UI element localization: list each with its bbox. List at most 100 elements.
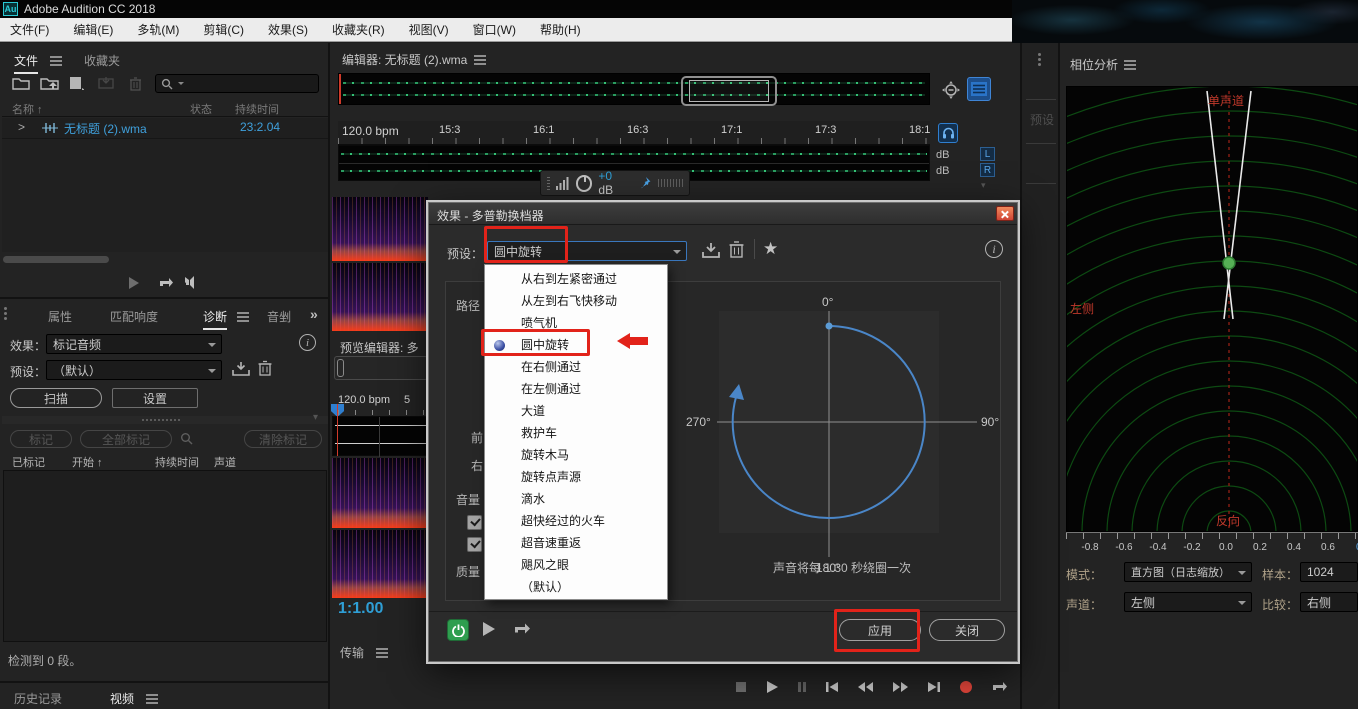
files-col-status[interactable]: 状态 xyxy=(190,101,212,117)
preset-option[interactable]: 滴水 xyxy=(485,488,667,510)
editor-overview-strip[interactable] xyxy=(338,73,930,105)
dock-grip-icon[interactable] xyxy=(1038,53,1041,56)
diagnostics-panel-menu-icon[interactable] xyxy=(237,312,249,314)
play-button[interactable] xyxy=(765,680,779,694)
preset-option[interactable]: 从左到右飞快移动 xyxy=(485,290,667,312)
preset-combo[interactable]: （默认） xyxy=(46,360,222,380)
diag-col-marked[interactable]: 已标记 xyxy=(12,454,45,470)
more-tabs-icon[interactable]: » xyxy=(310,306,318,322)
preset-option[interactable]: 超音速重返 xyxy=(485,532,667,554)
menu-edit[interactable]: 编辑(E) xyxy=(73,21,113,38)
dialog-loop-button[interactable] xyxy=(513,622,531,636)
settings-button[interactable]: 设置 xyxy=(112,388,198,408)
marker-search-icon[interactable] xyxy=(180,432,194,446)
info-button[interactable]: i xyxy=(299,334,316,351)
tab-match-loudness[interactable]: 匹配响度 xyxy=(110,308,158,325)
menu-multitrack[interactable]: 多轨(M) xyxy=(137,21,179,38)
dialog-preview-play-button[interactable] xyxy=(481,621,496,637)
diag-col-channel[interactable]: 声道 xyxy=(214,454,236,470)
volume-knob-overlay[interactable]: +0 dB xyxy=(540,170,690,196)
preset-option[interactable]: 从右到左紧密通过 xyxy=(485,268,667,290)
scan-button[interactable]: 扫描 xyxy=(10,388,102,408)
phase-compare-combo[interactable]: 右侧 xyxy=(1300,592,1358,612)
save-preset-button[interactable] xyxy=(232,361,250,377)
menu-effects[interactable]: 效果(S) xyxy=(268,21,308,38)
dialog-delete-preset-button[interactable] xyxy=(729,240,744,258)
gain-knob[interactable] xyxy=(576,175,593,192)
files-preview-play-button[interactable] xyxy=(127,276,140,290)
overlay-grip-icon[interactable] xyxy=(658,179,683,187)
preset-option[interactable]: 旋转木马 xyxy=(485,444,667,466)
doppler-circle-chart[interactable]: 0° 90° 180° 270° xyxy=(685,283,999,595)
phase-graph[interactable] xyxy=(1066,86,1358,532)
stop-button[interactable] xyxy=(735,681,747,693)
preset-option[interactable]: 在右侧通过 xyxy=(485,356,667,378)
monitor-headphones-button[interactable] xyxy=(938,123,958,143)
tab-properties[interactable]: 属性 xyxy=(48,308,72,325)
scroll-down-icon[interactable]: ▾ xyxy=(981,180,986,191)
record-button[interactable] xyxy=(959,680,973,694)
skip-to-end-button[interactable] xyxy=(927,681,941,693)
delete-preset-button[interactable] xyxy=(258,360,272,376)
transport-panel-menu-icon[interactable] xyxy=(376,648,388,650)
preset-option[interactable]: 大道 xyxy=(485,400,667,422)
splitter-collapse-icon[interactable]: ▾ xyxy=(313,412,318,423)
file-row-expander[interactable]: > xyxy=(18,120,25,134)
drag-grip-icon[interactable] xyxy=(547,176,550,190)
dialog-close-button[interactable] xyxy=(996,206,1014,221)
mark-all-button[interactable]: 全部标记 xyxy=(80,430,172,448)
files-hscrollbar[interactable] xyxy=(3,256,109,263)
tab-video[interactable]: 视频 xyxy=(110,690,134,709)
files-auto-play-speaker-icon[interactable] xyxy=(184,275,202,290)
tab-clipped[interactable]: 音剉 xyxy=(267,308,291,325)
preset-option[interactable]: 旋转点声源 xyxy=(485,466,667,488)
preset-option[interactable]: （默认） xyxy=(485,576,667,598)
channel-left-button[interactable]: L xyxy=(980,147,995,161)
zoom-navigate-button[interactable] xyxy=(941,80,961,100)
files-search-input[interactable] xyxy=(155,74,319,93)
close-button[interactable]: 关闭 xyxy=(929,619,1005,641)
batch-button[interactable] xyxy=(98,76,116,90)
video-panel-menu-icon[interactable] xyxy=(146,694,158,696)
editor-timeline-ruler[interactable]: 120.0 bpm 15:3 16:1 16:3 17:1 17:3 18:1 xyxy=(338,121,930,145)
preset-option[interactable]: 救护车 xyxy=(485,422,667,444)
menu-help[interactable]: 帮助(H) xyxy=(540,21,581,38)
files-col-duration[interactable]: 持续时间 xyxy=(235,101,279,117)
open-file-button[interactable] xyxy=(12,76,30,90)
delete-file-button[interactable] xyxy=(129,76,142,91)
dialog-info-button[interactable]: i xyxy=(985,240,1003,258)
files-list-area[interactable] xyxy=(2,138,328,252)
menu-file[interactable]: 文件(F) xyxy=(10,21,49,38)
files-loop-button[interactable] xyxy=(158,277,174,290)
panel-layout-button[interactable] xyxy=(967,77,991,101)
files-col-name[interactable]: 名称 ↑ xyxy=(12,101,43,117)
files-panel-menu-icon[interactable] xyxy=(50,56,62,58)
clear-marks-button[interactable]: 清除标记 xyxy=(244,430,322,448)
diag-col-start[interactable]: 开始 ↑ xyxy=(72,454,103,470)
effect-power-button[interactable] xyxy=(447,619,469,641)
tab-favorites[interactable]: 收藏夹 xyxy=(84,52,120,69)
phase-samples-input[interactable]: 1024 xyxy=(1300,562,1358,582)
preset-option[interactable]: 超快经过的火车 xyxy=(485,510,667,532)
phase-panel-menu-icon[interactable] xyxy=(1124,60,1136,62)
editor-panel-menu-icon[interactable] xyxy=(474,55,486,57)
menu-favorites[interactable]: 收藏夹(R) xyxy=(332,21,385,38)
phase-mode-combo[interactable]: 直方图（日志缩放） xyxy=(1124,562,1252,582)
loop-playback-button[interactable] xyxy=(991,681,1008,694)
menu-window[interactable]: 窗口(W) xyxy=(473,21,516,38)
pause-button[interactable] xyxy=(797,681,807,693)
overview-selection-box[interactable] xyxy=(681,76,777,106)
skip-to-start-button[interactable] xyxy=(825,681,839,693)
new-item-button[interactable] xyxy=(68,76,84,90)
checkbox-1[interactable] xyxy=(467,515,482,530)
effect-combo[interactable]: 标记音频 xyxy=(46,334,222,354)
menu-clip[interactable]: 剪辑(C) xyxy=(203,21,244,38)
channel-right-button[interactable]: R xyxy=(980,163,995,177)
diag-splitter[interactable]: ▾ xyxy=(2,416,328,424)
fast-forward-button[interactable] xyxy=(892,681,909,693)
file-row[interactable]: > 无标题 (2).wma 23:2.04 xyxy=(2,118,328,138)
favorite-star-icon[interactable]: ★ xyxy=(763,239,778,259)
preset-option[interactable]: 在左侧通过 xyxy=(485,378,667,400)
phase-channel-combo[interactable]: 左侧 xyxy=(1124,592,1252,612)
pin-icon[interactable] xyxy=(641,177,652,190)
